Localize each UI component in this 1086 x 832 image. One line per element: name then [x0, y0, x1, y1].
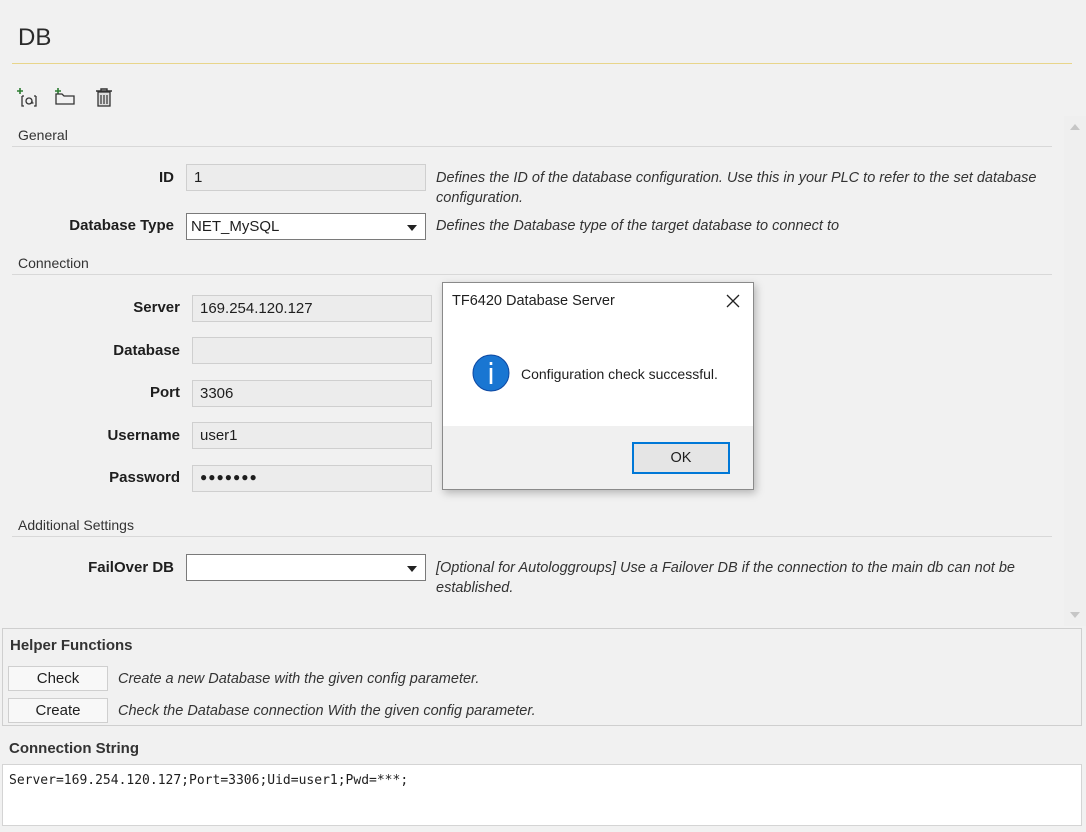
add-config-icon[interactable]: [17, 86, 39, 108]
failover-select[interactable]: [186, 554, 426, 581]
title-divider: [12, 63, 1072, 64]
delete-icon[interactable]: [93, 86, 115, 108]
port-input[interactable]: 3306: [192, 380, 432, 407]
dialog-title: TF6420 Database Server: [452, 293, 615, 309]
database-label: Database: [113, 342, 180, 359]
id-description: Defines the ID of the database configura…: [436, 170, 1037, 206]
dialog-message: Configuration check successful.: [521, 366, 718, 382]
section-general: General: [18, 127, 68, 143]
info-icon: [472, 354, 510, 392]
message-dialog: TF6420 Database Server Configuration che…: [442, 282, 754, 490]
vertical-scrollbar[interactable]: [1064, 116, 1086, 626]
check-description: Create a new Database with the given con…: [118, 671, 480, 687]
check-button[interactable]: Check: [8, 666, 108, 691]
failover-label: FailOver DB: [88, 559, 174, 576]
section-divider: [12, 536, 1052, 537]
username-input[interactable]: user1: [192, 422, 432, 449]
section-additional: Additional Settings: [18, 517, 134, 533]
create-button[interactable]: Create: [8, 698, 108, 723]
id-label: ID: [159, 169, 174, 186]
db-type-label: Database Type: [69, 217, 174, 234]
section-connection: Connection: [18, 255, 89, 271]
chevron-down-icon: [407, 566, 417, 572]
scroll-down-icon[interactable]: [1070, 612, 1080, 618]
db-type-select[interactable]: NET_MySQL: [186, 213, 426, 240]
server-label: Server: [133, 299, 180, 316]
section-divider: [12, 274, 1052, 275]
section-divider: [12, 146, 1052, 147]
helper-functions-title: Helper Functions: [10, 637, 133, 654]
password-input[interactable]: ●●●●●●●: [192, 465, 432, 492]
password-label: Password: [109, 469, 180, 486]
failover-description: [Optional for Autologgroups] Use a Failo…: [436, 560, 1015, 596]
database-input[interactable]: [192, 337, 432, 364]
close-icon[interactable]: [724, 292, 742, 310]
db-type-value: NET_MySQL: [191, 218, 280, 235]
port-label: Port: [150, 384, 180, 401]
ok-button[interactable]: OK: [632, 442, 730, 474]
server-input[interactable]: 169.254.120.127: [192, 295, 432, 322]
chevron-down-icon: [407, 225, 417, 231]
db-type-description: Defines the Database type of the target …: [436, 218, 840, 234]
connection-string-title: Connection String: [9, 740, 139, 757]
create-description: Check the Database connection With the g…: [118, 703, 536, 719]
page-title: DB: [18, 24, 52, 51]
scroll-up-icon[interactable]: [1070, 124, 1080, 130]
username-label: Username: [107, 427, 180, 444]
connection-string-field[interactable]: Server=169.254.120.127;Port=3306;Uid=use…: [2, 764, 1082, 826]
add-folder-icon[interactable]: [54, 86, 76, 108]
id-input[interactable]: 1: [186, 164, 426, 191]
